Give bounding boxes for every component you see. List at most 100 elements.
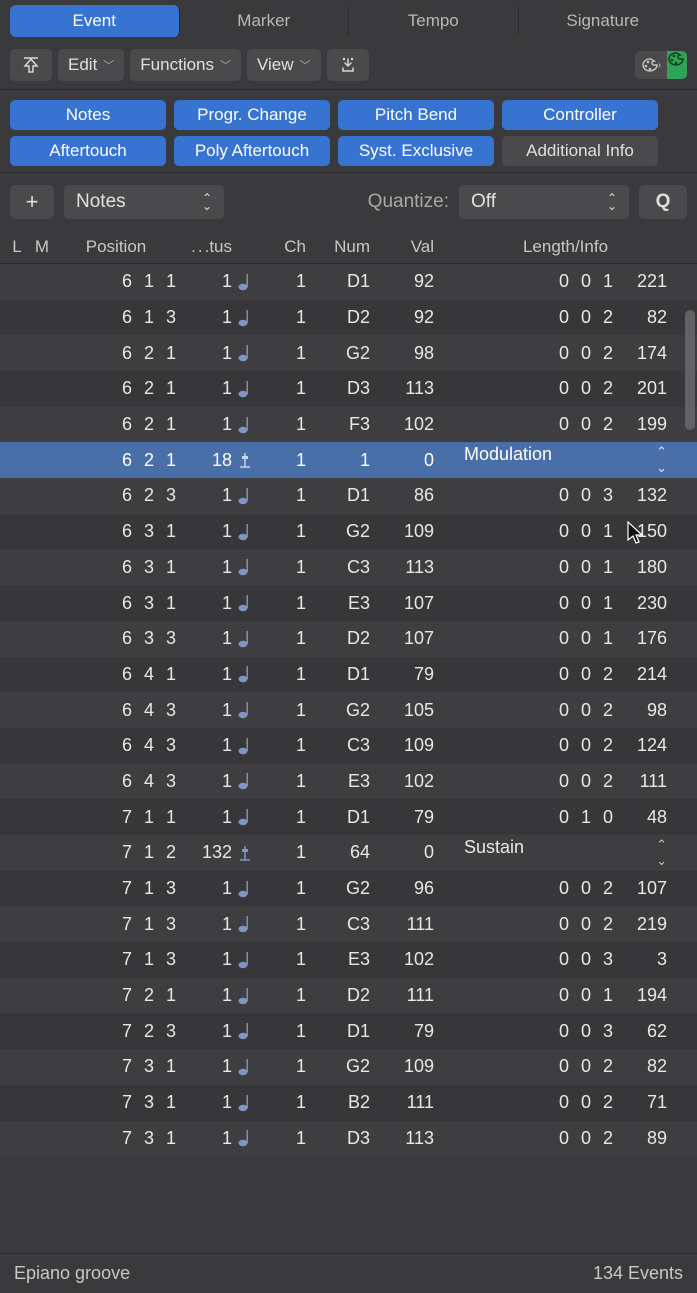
col-channel[interactable]: Ch [272, 237, 320, 257]
cell-num[interactable]: G2 [320, 878, 384, 899]
cell-length[interactable]: 00271 [444, 1092, 697, 1113]
cell-channel[interactable]: 1 [272, 450, 320, 471]
cell-status[interactable]: 1 [186, 1128, 238, 1149]
cell-length[interactable]: 002214 [444, 664, 697, 685]
cell-num[interactable]: 1 [320, 450, 384, 471]
cell-length[interactable]: 0033 [444, 949, 697, 970]
filter-progr-change[interactable]: Progr. Change [174, 100, 330, 130]
table-row[interactable]: 71311C3111002219 [0, 906, 697, 942]
table-row[interactable]: 61311D29200282 [0, 300, 697, 336]
table-row[interactable]: 64311G210500298 [0, 692, 697, 728]
cell-val[interactable]: 105 [384, 700, 444, 721]
cell-val[interactable]: 109 [384, 521, 444, 542]
cell-status[interactable]: 1 [186, 807, 238, 828]
cell-length[interactable]: 001194 [444, 985, 697, 1006]
table-row[interactable]: 64311E3102002111 [0, 764, 697, 800]
filter-controller[interactable]: Controller [502, 100, 658, 130]
table-row[interactable]: 63311D2107001176 [0, 621, 697, 657]
cell-val[interactable]: 96 [384, 878, 444, 899]
cell-position[interactable]: 643 [56, 735, 186, 756]
cell-val[interactable]: 92 [384, 307, 444, 328]
filter-notes[interactable]: Notes [10, 100, 166, 130]
cell-channel[interactable]: 1 [272, 700, 320, 721]
cell-position[interactable]: 643 [56, 771, 186, 792]
cell-val[interactable]: 109 [384, 735, 444, 756]
edit-menu[interactable]: Edit﹀ [58, 49, 124, 81]
stepper-icon[interactable]: ⌃⌄ [656, 837, 667, 869]
cell-val[interactable]: 86 [384, 485, 444, 506]
col-l[interactable]: L [6, 237, 28, 257]
cell-num[interactable]: C3 [320, 735, 384, 756]
cell-channel[interactable]: 1 [272, 1092, 320, 1113]
cell-num[interactable]: G2 [320, 700, 384, 721]
cell-num[interactable]: D2 [320, 307, 384, 328]
scrollbar-thumb[interactable] [685, 310, 695, 430]
cell-position[interactable]: 621 [56, 378, 186, 399]
table-row[interactable]: 64111D179002214 [0, 657, 697, 693]
col-position[interactable]: Position [56, 237, 186, 257]
cell-length[interactable]: 002111 [444, 771, 697, 792]
table-row[interactable]: 63111G2109001150 [0, 514, 697, 550]
cell-val[interactable]: 113 [384, 1128, 444, 1149]
cell-num[interactable]: E3 [320, 949, 384, 970]
cell-status[interactable]: 1 [186, 593, 238, 614]
cell-length[interactable]: 00362 [444, 1021, 697, 1042]
cell-status[interactable]: 1 [186, 700, 238, 721]
cell-channel[interactable]: 1 [272, 807, 320, 828]
cell-position[interactable]: 631 [56, 521, 186, 542]
cell-val[interactable]: 92 [384, 271, 444, 292]
cell-num[interactable]: G2 [320, 343, 384, 364]
cell-num[interactable]: C3 [320, 557, 384, 578]
filter-aftertouch[interactable]: Aftertouch [10, 136, 166, 166]
cell-length[interactable]: 01048 [444, 807, 697, 828]
cell-val[interactable]: 113 [384, 557, 444, 578]
cell-length[interactable]: Sustain⌃⌄ [444, 837, 697, 869]
filter-additional-info[interactable]: Additional Info [502, 136, 658, 166]
cell-channel[interactable]: 1 [272, 557, 320, 578]
cell-num[interactable]: F3 [320, 414, 384, 435]
cell-val[interactable]: 102 [384, 771, 444, 792]
col-m[interactable]: M [28, 237, 56, 257]
cell-length[interactable]: 002199 [444, 414, 697, 435]
tab-signature[interactable]: Signature [519, 5, 688, 37]
cell-channel[interactable]: 1 [272, 1021, 320, 1042]
cell-position[interactable]: 623 [56, 485, 186, 506]
cell-position[interactable]: 621 [56, 414, 186, 435]
cell-val[interactable]: 109 [384, 1056, 444, 1077]
cell-status[interactable]: 1 [186, 485, 238, 506]
cell-status[interactable]: 1 [186, 664, 238, 685]
cell-val[interactable]: 79 [384, 664, 444, 685]
cell-status[interactable]: 132 [186, 842, 238, 863]
cell-length[interactable]: 001180 [444, 557, 697, 578]
cell-channel[interactable]: 1 [272, 343, 320, 364]
cell-position[interactable]: 713 [56, 878, 186, 899]
cell-channel[interactable]: 1 [272, 664, 320, 685]
table-row[interactable]: 64311C3109002124 [0, 728, 697, 764]
cell-num[interactable]: E3 [320, 593, 384, 614]
cell-status[interactable]: 18 [186, 450, 238, 471]
col-status[interactable]: ...tus [186, 237, 238, 257]
cell-status[interactable]: 1 [186, 628, 238, 649]
cell-status[interactable]: 1 [186, 914, 238, 935]
cell-length[interactable]: 002124 [444, 735, 697, 756]
filter-poly-aftertouch[interactable]: Poly Aftertouch [174, 136, 330, 166]
table-row[interactable]: 62311D186003132 [0, 478, 697, 514]
table-row[interactable]: 61111D192001221 [0, 264, 697, 300]
cell-position[interactable]: 713 [56, 914, 186, 935]
cell-status[interactable]: 1 [186, 985, 238, 1006]
cell-channel[interactable]: 1 [272, 1128, 320, 1149]
cell-status[interactable]: 1 [186, 1021, 238, 1042]
table-row[interactable]: 62111F3102002199 [0, 407, 697, 443]
cell-status[interactable]: 1 [186, 271, 238, 292]
cell-position[interactable]: 631 [56, 557, 186, 578]
cell-val[interactable]: 0 [384, 450, 444, 471]
cell-status[interactable]: 1 [186, 307, 238, 328]
filter-pitch-bend[interactable]: Pitch Bend [338, 100, 494, 130]
cell-length[interactable]: 002174 [444, 343, 697, 364]
quantize-button[interactable]: Q [639, 185, 687, 219]
cell-val[interactable]: 98 [384, 343, 444, 364]
cell-length[interactable]: 00282 [444, 1056, 697, 1077]
cell-position[interactable]: 731 [56, 1128, 186, 1149]
cell-val[interactable]: 107 [384, 593, 444, 614]
tab-marker[interactable]: Marker [180, 5, 350, 37]
